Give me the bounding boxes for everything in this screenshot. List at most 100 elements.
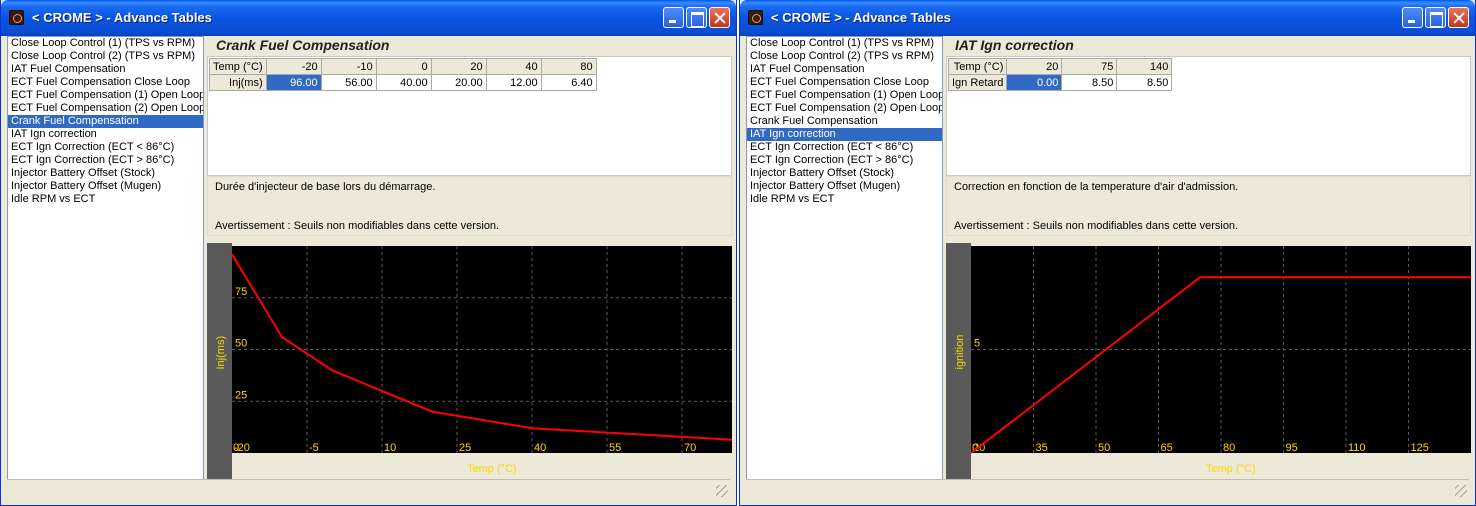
list-item[interactable]: Close Loop Control (1) (TPS vs RPM) — [747, 37, 942, 50]
grid-row-label: Ign Retard — [947, 74, 1008, 91]
list-item[interactable]: Injector Battery Offset (Mugen) — [8, 180, 203, 193]
grid-header-label: Temp (°C) — [209, 58, 267, 75]
grid-cell[interactable]: 20.00 — [430, 74, 487, 91]
grid-column-header: -10 — [320, 58, 377, 75]
list-item[interactable]: ECT Fuel Compensation (2) Open Loop — [747, 102, 942, 115]
grid-cell[interactable]: 8.50 — [1116, 74, 1173, 91]
list-item[interactable]: ECT Fuel Compensation Close Loop — [8, 76, 203, 89]
list-item[interactable]: ECT Fuel Compensation (1) Open Loop — [8, 89, 203, 102]
list-item[interactable]: Injector Battery Offset (Stock) — [747, 167, 942, 180]
warning-text: Avertissement : Seuils non modifiables d… — [215, 220, 500, 232]
list-item[interactable]: Injector Battery Offset (Stock) — [8, 167, 203, 180]
crome-app-icon[interactable] — [9, 10, 24, 25]
close-button[interactable] — [709, 7, 730, 28]
client-area: Close Loop Control (1) (TPS vs RPM) Clos… — [4, 36, 733, 502]
grid-cell[interactable]: 6.40 — [540, 74, 597, 91]
window-title: < CROME > - Advance Tables — [771, 10, 951, 25]
x-tick-label: 110 — [1348, 442, 1366, 454]
x-tick-label: 40 — [534, 442, 546, 454]
list-item[interactable]: Idle RPM vs ECT — [747, 193, 942, 206]
table-list[interactable]: Close Loop Control (1) (TPS vs RPM) Clos… — [746, 36, 943, 482]
data-grid: Temp (°C) -20 -10 0 20 40 80 Inj(ms) 96.… — [209, 58, 597, 91]
minimize-button[interactable] — [663, 7, 684, 28]
grid-column-header: 0 — [375, 58, 432, 75]
list-item[interactable]: IAT Ign correction — [747, 128, 942, 141]
grid-cell[interactable]: 40.00 — [375, 74, 432, 91]
resize-grip-icon[interactable] — [1455, 485, 1467, 497]
x-tick-label: 55 — [609, 442, 621, 454]
list-item[interactable]: IAT Ign correction — [8, 128, 203, 141]
status-bar — [746, 479, 1469, 499]
list-item[interactable]: ECT Fuel Compensation (2) Open Loop — [8, 102, 203, 115]
grid-column-header: 20 — [430, 58, 487, 75]
list-item[interactable]: ECT Ign Correction (ECT > 86°C) — [8, 154, 203, 167]
grid-cell[interactable]: 8.50 — [1061, 74, 1118, 91]
list-item[interactable]: ECT Ign Correction (ECT > 86°C) — [747, 154, 942, 167]
grid-column-header: 80 — [540, 58, 597, 75]
iat-ign-graph: 20 35 50 65 80 95 110 12505Temp (°C)ignition — [946, 243, 1471, 480]
minimize-button[interactable] — [1402, 7, 1423, 28]
x-tick-label: 25 — [459, 442, 471, 454]
y-tick-label: 25 — [235, 389, 247, 401]
resize-grip-icon[interactable] — [716, 485, 728, 497]
grid-column-header: 75 — [1061, 58, 1118, 75]
x-axis-label: Temp (°C) — [467, 463, 517, 475]
list-item[interactable]: Injector Battery Offset (Mugen) — [747, 180, 942, 193]
warning-text: Avertissement : Seuils non modifiables d… — [954, 220, 1239, 232]
x-tick-label: 50 — [1098, 442, 1110, 454]
data-grid-area: Temp (°C) -20 -10 0 20 40 80 Inj(ms) 96.… — [207, 56, 732, 176]
list-item[interactable]: IAT Fuel Compensation — [8, 63, 203, 76]
x-tick-label: 80 — [1223, 442, 1235, 454]
title-bar[interactable]: < CROME > - Advance Tables — [1, 0, 736, 36]
crome-app-icon[interactable] — [748, 10, 763, 25]
list-item[interactable]: ECT Fuel Compensation Close Loop — [747, 76, 942, 89]
list-item[interactable]: Crank Fuel Compensation — [8, 115, 203, 128]
grid-cell[interactable]: 0.00 — [1006, 74, 1063, 91]
client-area: Close Loop Control (1) (TPS vs RPM) Clos… — [743, 36, 1472, 502]
grid-cell[interactable]: 56.00 — [320, 74, 377, 91]
list-item[interactable]: Close Loop Control (2) (TPS vs RPM) — [8, 50, 203, 63]
crank-fuel-window: < CROME > - Advance Tables Close Loop Co… — [0, 0, 737, 506]
x-tick-label: 95 — [1286, 442, 1298, 454]
grid-row-label: Inj(ms) — [209, 74, 267, 91]
list-item[interactable]: Close Loop Control (2) (TPS vs RPM) — [747, 50, 942, 63]
iat-ign-window: < CROME > - Advance Tables Close Loop Co… — [739, 0, 1476, 506]
y-tick-label: 5 — [974, 338, 980, 350]
grid-column-header: 20 — [1006, 58, 1063, 75]
description-area: Correction en fonction de la temperature… — [946, 176, 1471, 236]
y-tick-label: 0 — [233, 442, 239, 454]
grid-column-header: -20 — [265, 58, 322, 75]
grid-column-header: 40 — [485, 58, 542, 75]
grid-cell[interactable]: 96.00 — [265, 74, 322, 91]
list-item[interactable]: ECT Ign Correction (ECT < 86°C) — [8, 141, 203, 154]
list-item[interactable]: Idle RPM vs ECT — [8, 193, 203, 206]
list-item[interactable]: ECT Ign Correction (ECT < 86°C) — [747, 141, 942, 154]
window-title: < CROME > - Advance Tables — [32, 10, 212, 25]
status-bar — [7, 479, 730, 499]
data-grid: Temp (°C) 20 75 140 Ign Retard 0.00 8.50… — [947, 58, 1173, 91]
x-tick-label: -5 — [309, 442, 319, 454]
y-tick-label: 75 — [235, 286, 247, 298]
y-axis-label: Inj(ms) — [215, 336, 227, 370]
description-text: Correction en fonction de la temperature… — [954, 181, 1239, 193]
y-axis-label: ignition — [954, 335, 966, 370]
description-text: Durée d'injecteur de base lors du démarr… — [215, 181, 436, 193]
title-bar[interactable]: < CROME > - Advance Tables — [740, 0, 1475, 36]
maximize-button[interactable] — [686, 7, 707, 28]
table-list[interactable]: Close Loop Control (1) (TPS vs RPM) Clos… — [7, 36, 204, 482]
x-tick-label: 10 — [384, 442, 396, 454]
list-item[interactable]: Close Loop Control (1) (TPS vs RPM) — [8, 37, 203, 50]
x-tick-label: 35 — [1036, 442, 1048, 454]
grid-cell[interactable]: 12.00 — [485, 74, 542, 91]
list-item[interactable]: Crank Fuel Compensation — [747, 115, 942, 128]
grid-column-header: 140 — [1116, 58, 1173, 75]
maximize-button[interactable] — [1425, 7, 1446, 28]
x-tick-label: 65 — [1161, 442, 1173, 454]
close-button[interactable] — [1448, 7, 1469, 28]
crank-fuel-graph: -20 -5 10 25 40 55 700255075Temp (°C)Inj(ms) — [207, 243, 732, 480]
x-tick-label: 70 — [684, 442, 696, 454]
list-item[interactable]: ECT Fuel Compensation (1) Open Loop — [747, 89, 942, 102]
y-tick-label: 50 — [235, 338, 247, 350]
list-item[interactable]: IAT Fuel Compensation — [747, 63, 942, 76]
panel-title: Crank Fuel Compensation — [216, 37, 390, 53]
